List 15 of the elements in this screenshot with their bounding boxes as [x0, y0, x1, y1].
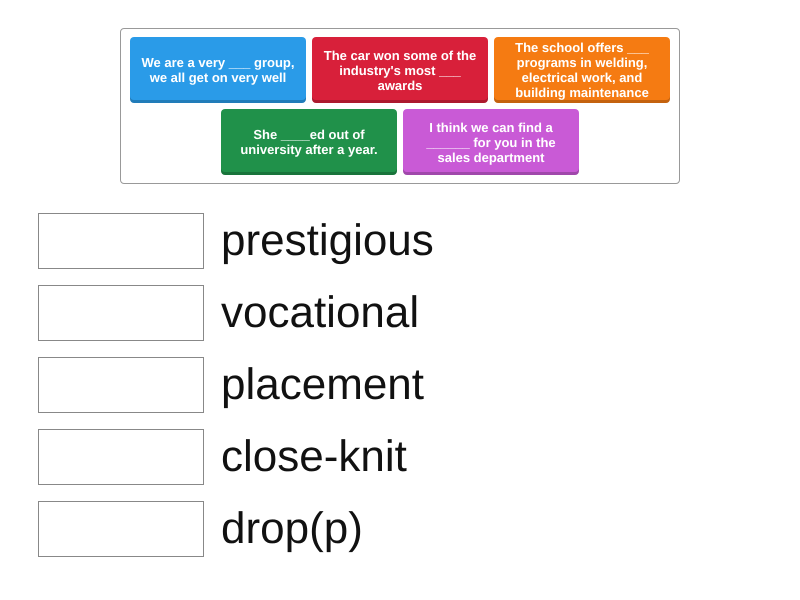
answer-word: close-knit: [221, 432, 407, 482]
draggable-card[interactable]: She ____ed out of university after a year.: [221, 109, 397, 175]
drop-box[interactable]: [38, 285, 204, 341]
draggable-card[interactable]: The school offers ___ programs in welding, electrical work, and building maintenance: [494, 37, 670, 103]
drop-box[interactable]: [38, 357, 204, 413]
answer-word: vocational: [221, 288, 420, 338]
drop-box[interactable]: [38, 501, 204, 557]
draggable-card[interactable]: The car won some of the industry's most ___ awards: [312, 37, 488, 103]
answer-word: prestigious: [221, 216, 434, 266]
drop-box[interactable]: [38, 213, 204, 269]
answer-word: drop(p): [221, 504, 363, 554]
drop-box[interactable]: [38, 429, 204, 485]
draggable-card[interactable]: I think we can find a ______ for you in the sales department: [403, 109, 579, 175]
answer-word: placement: [221, 360, 424, 410]
draggable-card[interactable]: We are a very ___ group, we all get on very well: [130, 37, 306, 103]
